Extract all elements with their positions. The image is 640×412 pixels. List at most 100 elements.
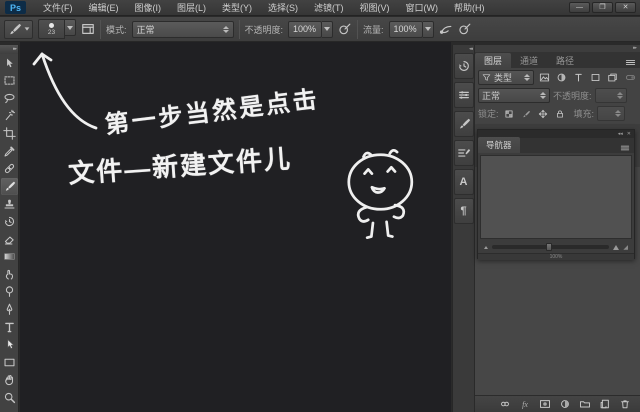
chevron-down-icon xyxy=(324,27,331,31)
menu-type[interactable]: 类型(Y) xyxy=(214,0,260,16)
paragraph-panel-button[interactable]: ¶ xyxy=(453,198,474,224)
layer-filter-select[interactable]: 类型 xyxy=(478,70,534,85)
lock-all-button[interactable] xyxy=(553,107,567,120)
menu-help[interactable]: 帮助(H) xyxy=(446,0,493,16)
opacity-dropdown[interactable] xyxy=(322,20,334,38)
menu-select[interactable]: 选择(S) xyxy=(260,0,306,16)
layer-fill-input[interactable] xyxy=(597,106,626,121)
document-canvas[interactable]: 第一步当然是点击 文件—新建文件儿 xyxy=(20,42,451,412)
history-panel-button[interactable] xyxy=(453,53,474,79)
minimize-button[interactable]: — xyxy=(569,2,590,13)
tool-dodge[interactable] xyxy=(1,283,18,300)
opacity-input[interactable]: 100% xyxy=(288,20,323,38)
tool-crop[interactable] xyxy=(1,125,18,142)
new-layer-button[interactable] xyxy=(598,398,612,411)
filter-toggle-switch[interactable] xyxy=(623,71,637,84)
filter-pixel-layers-button[interactable] xyxy=(537,71,551,84)
tool-type[interactable] xyxy=(1,319,18,336)
tool-pen[interactable] xyxy=(1,301,18,318)
tool-magic-wand[interactable] xyxy=(1,107,18,124)
blend-mode-select[interactable]: 正常 xyxy=(131,20,234,38)
layer-opacity-input[interactable] xyxy=(594,88,627,103)
close-button[interactable]: ✕ xyxy=(615,2,636,13)
lock-image-pixels-button[interactable] xyxy=(519,107,533,120)
tool-gradient[interactable] xyxy=(1,248,18,265)
layer-blend-mode-select[interactable]: 正常 xyxy=(478,88,550,103)
tool-zoom[interactable] xyxy=(1,389,18,406)
navigator-close-icon[interactable]: ✕ xyxy=(627,131,631,137)
tab-paths[interactable]: 路径 xyxy=(547,53,583,68)
zoom-out-icon[interactable] xyxy=(484,245,488,249)
flow-control[interactable]: 100% xyxy=(388,20,434,38)
add-layer-mask-button[interactable] xyxy=(538,398,552,411)
tool-healing-brush[interactable] xyxy=(1,160,18,177)
move-tool-icon xyxy=(6,58,13,67)
panel-collapse-handle[interactable]: ▸▸ xyxy=(475,45,640,52)
navigator-preview[interactable] xyxy=(480,155,632,239)
tool-path-selection[interactable] xyxy=(1,336,18,353)
airbrush-icon xyxy=(439,25,451,34)
tool-preset-picker[interactable] xyxy=(4,19,33,39)
opacity-control[interactable]: 100% xyxy=(288,20,334,38)
brush-panel-button[interactable] xyxy=(453,111,474,137)
navigator-collapse-handle[interactable]: ◂◂ xyxy=(618,131,623,137)
brush-preset-control[interactable]: 23 xyxy=(38,19,76,39)
tool-move[interactable] xyxy=(1,55,18,72)
tab-layers[interactable]: 图层 xyxy=(475,53,512,68)
layer-style-button[interactable]: fx xyxy=(518,398,532,411)
tool-eraser[interactable] xyxy=(1,231,18,248)
tool-history-brush[interactable] xyxy=(1,213,18,230)
layers-panel-menu-button[interactable] xyxy=(625,57,640,68)
menu-edit[interactable]: 编辑(E) xyxy=(81,0,127,16)
navigator-panel-menu-button[interactable] xyxy=(620,143,634,153)
filter-type-layers-button[interactable] xyxy=(571,71,585,84)
dock-expand-handle[interactable]: ◂◂ xyxy=(453,45,474,53)
adjustment-icon xyxy=(557,73,565,82)
flow-dropdown[interactable] xyxy=(422,20,434,38)
tool-brush[interactable] xyxy=(0,177,18,195)
tool-hand[interactable] xyxy=(1,371,18,388)
menu-filter[interactable]: 滤镜(T) xyxy=(306,0,352,16)
menu-view[interactable]: 视图(V) xyxy=(352,0,398,16)
zoom-in-icon[interactable] xyxy=(613,244,620,250)
tool-smudge[interactable] xyxy=(1,266,18,283)
filter-adjustment-layers-button[interactable] xyxy=(554,71,568,84)
brush-preset-dropdown[interactable] xyxy=(65,19,76,36)
filter-smart-objects-button[interactable] xyxy=(605,71,619,84)
delete-layer-button[interactable] xyxy=(618,398,632,411)
maximize-button[interactable]: ❐ xyxy=(592,2,613,13)
menu-image[interactable]: 图像(I) xyxy=(127,0,170,16)
select-arrows-icon xyxy=(219,25,229,33)
filter-shape-layers-button[interactable] xyxy=(588,71,602,84)
layers-footer: fx xyxy=(475,395,640,412)
flow-input[interactable]: 100% xyxy=(388,20,423,38)
tool-eyedropper[interactable] xyxy=(1,143,18,160)
menu-window[interactable]: 窗口(W) xyxy=(398,0,447,16)
new-adjustment-layer-button[interactable] xyxy=(558,398,572,411)
zoom-slider-thumb[interactable] xyxy=(545,243,552,251)
tool-clone-stamp[interactable] xyxy=(1,195,18,212)
properties-panel-button[interactable] xyxy=(453,82,474,108)
tab-navigator[interactable]: 导航器 xyxy=(478,137,520,153)
toolbar-collapse-handle[interactable]: ▸▸ xyxy=(0,45,18,54)
resize-grip-icon[interactable]: ◢ xyxy=(623,244,628,251)
menu-file[interactable]: 文件(F) xyxy=(35,0,81,16)
airbrush-button[interactable] xyxy=(439,23,453,36)
menu-layer[interactable]: 图层(L) xyxy=(169,0,214,16)
lock-position-button[interactable] xyxy=(536,107,550,120)
link-layers-button[interactable] xyxy=(498,398,512,411)
tab-channels[interactable]: 通道 xyxy=(511,53,547,68)
tool-rectangular-marquee[interactable] xyxy=(1,72,18,89)
toggle-brush-panel-button[interactable] xyxy=(81,23,95,36)
pressure-opacity-button[interactable] xyxy=(338,23,352,36)
navigator-panel: ◂◂ ✕ 导航器 ◢ 100% xyxy=(477,129,635,260)
character-panel-button[interactable]: A xyxy=(453,169,474,195)
tool-lasso[interactable] xyxy=(1,90,18,107)
new-group-button[interactable] xyxy=(578,398,592,411)
navigator-zoom-slider[interactable] xyxy=(492,243,610,251)
lock-transparent-pixels-button[interactable] xyxy=(502,107,516,120)
brush-presets-panel-button[interactable] xyxy=(453,140,474,166)
tool-rectangle-shape[interactable] xyxy=(1,354,18,371)
pressure-size-button[interactable] xyxy=(458,23,472,36)
select-arrows-icon xyxy=(613,92,623,99)
